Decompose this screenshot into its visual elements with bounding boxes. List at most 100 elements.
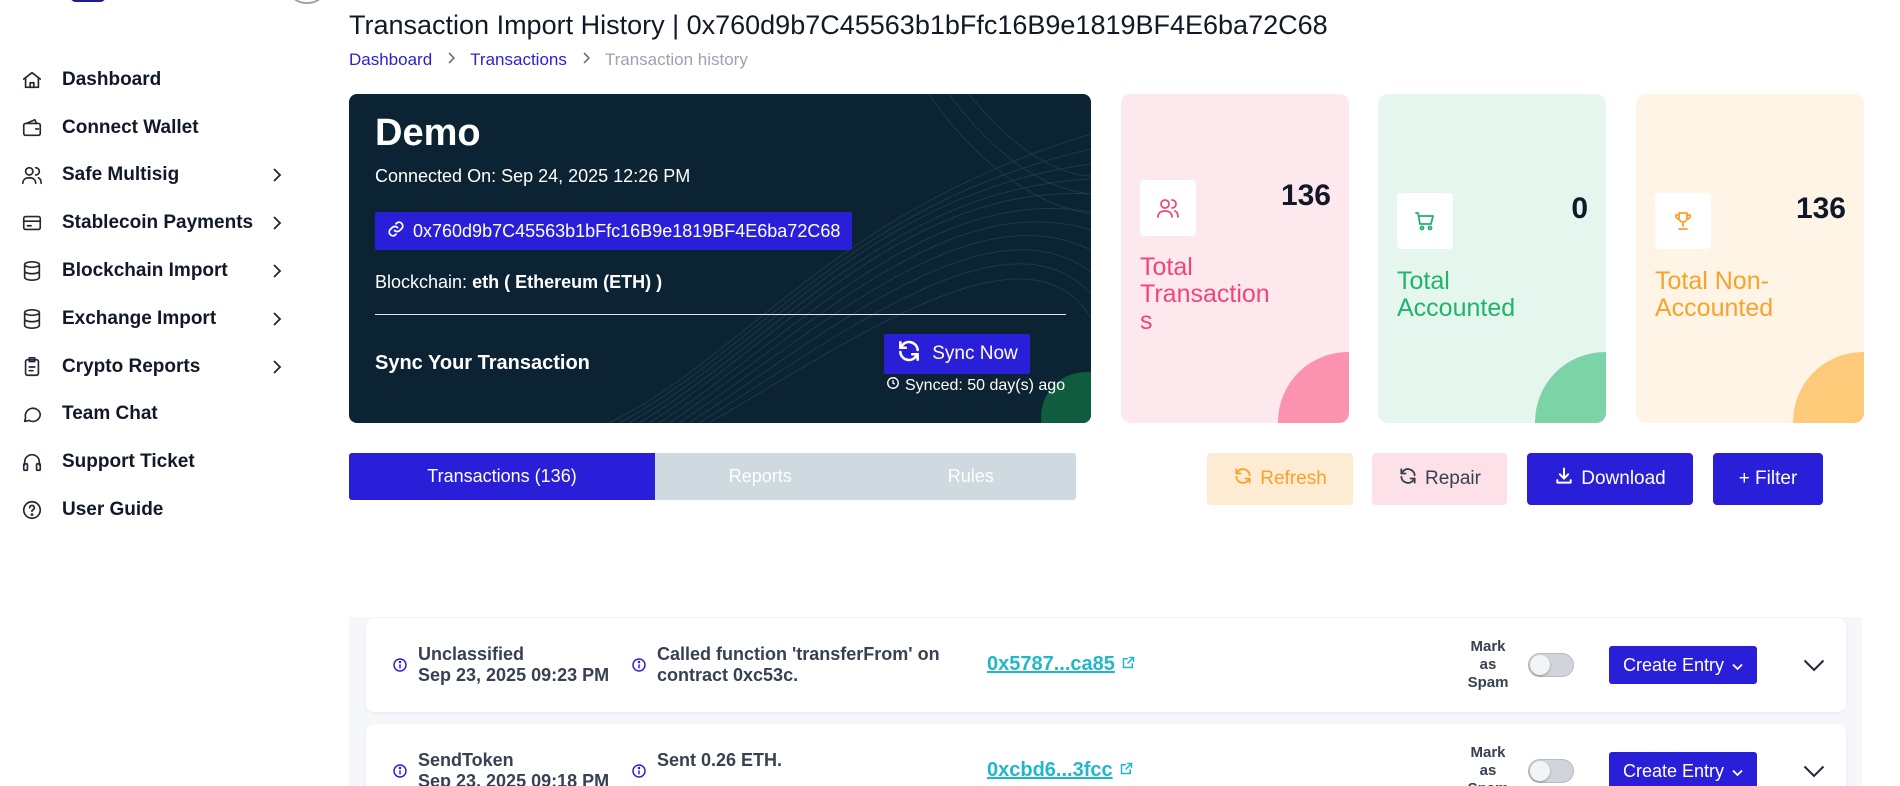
breadcrumb-dashboard[interactable]: Dashboard [349,50,432,70]
wallet-icon [20,116,44,140]
page-title: Transaction Import History | 0x760d9b7C4… [349,10,1328,40]
synced-text: Synced: 50 day(s) ago [905,376,1066,394]
headphones-icon [20,450,44,474]
clock-icon [886,376,900,395]
sidebar-item-user-guide[interactable]: User Guide [20,486,285,534]
create-entry-button[interactable]: Create Entry [1609,646,1757,684]
database-icon [20,259,44,283]
info-icon[interactable] [631,657,647,673]
wallet-address-button[interactable]: 0x760d9b7C45563b1bFfc16B9e1819BF4E6ba72C… [375,212,853,250]
sidebar-item-support-ticket[interactable]: Support Ticket [20,438,285,486]
stat-card-total-transaction-s: 136 Total Transaction s [1121,94,1349,423]
chevron-right-icon [269,311,285,327]
chat-icon [20,402,44,426]
sidebar-item-label: Connect Wallet [62,116,199,138]
stat-label-line: Accounted [1655,294,1774,322]
info-icon[interactable] [392,657,408,673]
question-icon [20,498,44,522]
download-label: Download [1581,468,1666,489]
info-icon[interactable] [631,763,647,779]
sidebar-item-label: Dashboard [62,68,162,90]
spam-toggle[interactable] [1528,759,1574,783]
sidebar-item-label: Stablecoin Payments [62,212,254,234]
repair-icon [1398,466,1418,492]
filter-label: + Filter [1738,468,1798,489]
sync-icon [896,338,922,370]
create-entry-label: Create Entry [1622,760,1725,781]
trophy-icon [1655,193,1711,249]
transaction-hash-link[interactable]: 0xcbd6...3fcc [987,759,1134,782]
sidebar-item-dashboard[interactable]: Dashboard [20,56,285,104]
stat-label-line: Transaction [1140,280,1270,308]
database-icon [20,307,44,331]
sidebar-item-connect-wallet[interactable]: Connect Wallet [20,104,285,152]
sidebar-item-team-chat[interactable]: Team Chat [20,391,285,439]
tab-rules[interactable]: Rules [866,453,1077,500]
transaction-hash: 0x5787...ca85 [987,653,1115,675]
transaction-type: SendToken Sep 23, 2025 09:18 PM [418,750,609,786]
sidebar-item-safe-multisig[interactable]: Safe Multisig [20,152,285,200]
breadcrumb-transactions[interactable]: Transactions [470,50,567,70]
stat-label-line: s [1140,307,1153,335]
sidebar-item-label: Support Ticket [62,451,195,473]
external-link-icon [1121,653,1136,676]
sidebar-item-label: User Guide [62,499,164,521]
stat-value: 136 [1795,192,1846,225]
table-row[interactable]: SendToken Sep 23, 2025 09:18 PM Sent 0.26 … [366,724,1846,786]
info-icon[interactable] [392,763,408,779]
spam-toggle[interactable] [1528,653,1574,677]
sidebar-item-blockchain-import[interactable]: Blockchain Import [20,247,285,295]
expand-row-chevron-icon[interactable] [1800,655,1828,675]
expand-row-chevron-icon[interactable] [1800,761,1828,781]
clipboard-icon [20,355,44,379]
breadcrumb: Dashboard Transactions Transaction histo… [349,50,748,70]
blockchain-info: Blockchain: eth ( Ethereum (ETH) ) [375,272,662,293]
decorative-blob [1278,352,1349,423]
transaction-date: Sep 23, 2025 09:18 PM [418,771,610,786]
stat-label-line: Total [1140,253,1193,281]
table-row[interactable]: Unclassified Sep 23, 2025 09:23 PM Called … [366,618,1846,712]
stat-label: Total Accounted [1397,268,1515,322]
refresh-label: Refresh [1260,468,1327,489]
repair-button[interactable]: Repair [1372,453,1507,505]
logo [70,0,106,2]
home-icon [20,68,44,92]
tab-bar: Transactions (136) Reports Rules [349,453,1076,500]
stat-value: 0 [1571,192,1588,225]
transaction-description: Sent 0.26 ETH. [657,750,783,770]
chevron-right-icon [269,215,285,231]
blockchain-label: Blockchain: [375,272,468,292]
external-link-icon [1119,759,1134,782]
transaction-type: Unclassified Sep 23, 2025 09:23 PM [418,644,609,686]
panel-header [349,535,1862,617]
repair-label: Repair [1425,468,1481,489]
chevron-right-icon [269,359,285,375]
cart-icon [1397,193,1453,249]
sidebar-item-label: Safe Multisig [62,164,180,186]
create-entry-button[interactable]: Create Entry [1609,752,1757,786]
sidebar-item-stablecoin-payments[interactable]: Stablecoin Payments [20,199,285,247]
chevron-right-icon [581,51,591,69]
connected-on: Connected On: Sep 24, 2025 12:26 PM [375,166,691,186]
transaction-hash-link[interactable]: 0x5787...ca85 [987,653,1136,676]
sidebar-item-exchange-import[interactable]: Exchange Import [20,295,285,343]
sidebar-item-crypto-reports[interactable]: Crypto Reports [20,343,285,391]
chevron-right-icon [269,167,285,183]
tab-reports[interactable]: Reports [655,453,866,500]
tab-transactions[interactable]: Transactions (136) [349,453,655,500]
sidebar-item-label: Blockchain Import [62,260,228,282]
sidebar-item-label: Exchange Import [62,307,217,329]
stat-label-line: Total Non- [1655,267,1769,295]
chevron-down-icon [1732,761,1743,782]
sidebar-toggle-icon[interactable] [292,0,322,4]
filter-button[interactable]: + Filter [1713,453,1823,505]
credit-card-icon [20,211,44,235]
divider [375,314,1066,315]
sync-title: Sync Your Transaction [375,352,590,374]
refresh-button[interactable]: Refresh [1207,453,1353,505]
download-button[interactable]: Download [1527,453,1693,505]
decorative-blob [1535,352,1606,423]
create-entry-label: Create Entry [1622,654,1725,675]
sync-now-button[interactable]: Sync Now [884,334,1030,374]
blockchain-value: eth ( Ethereum (ETH) ) [472,272,663,292]
